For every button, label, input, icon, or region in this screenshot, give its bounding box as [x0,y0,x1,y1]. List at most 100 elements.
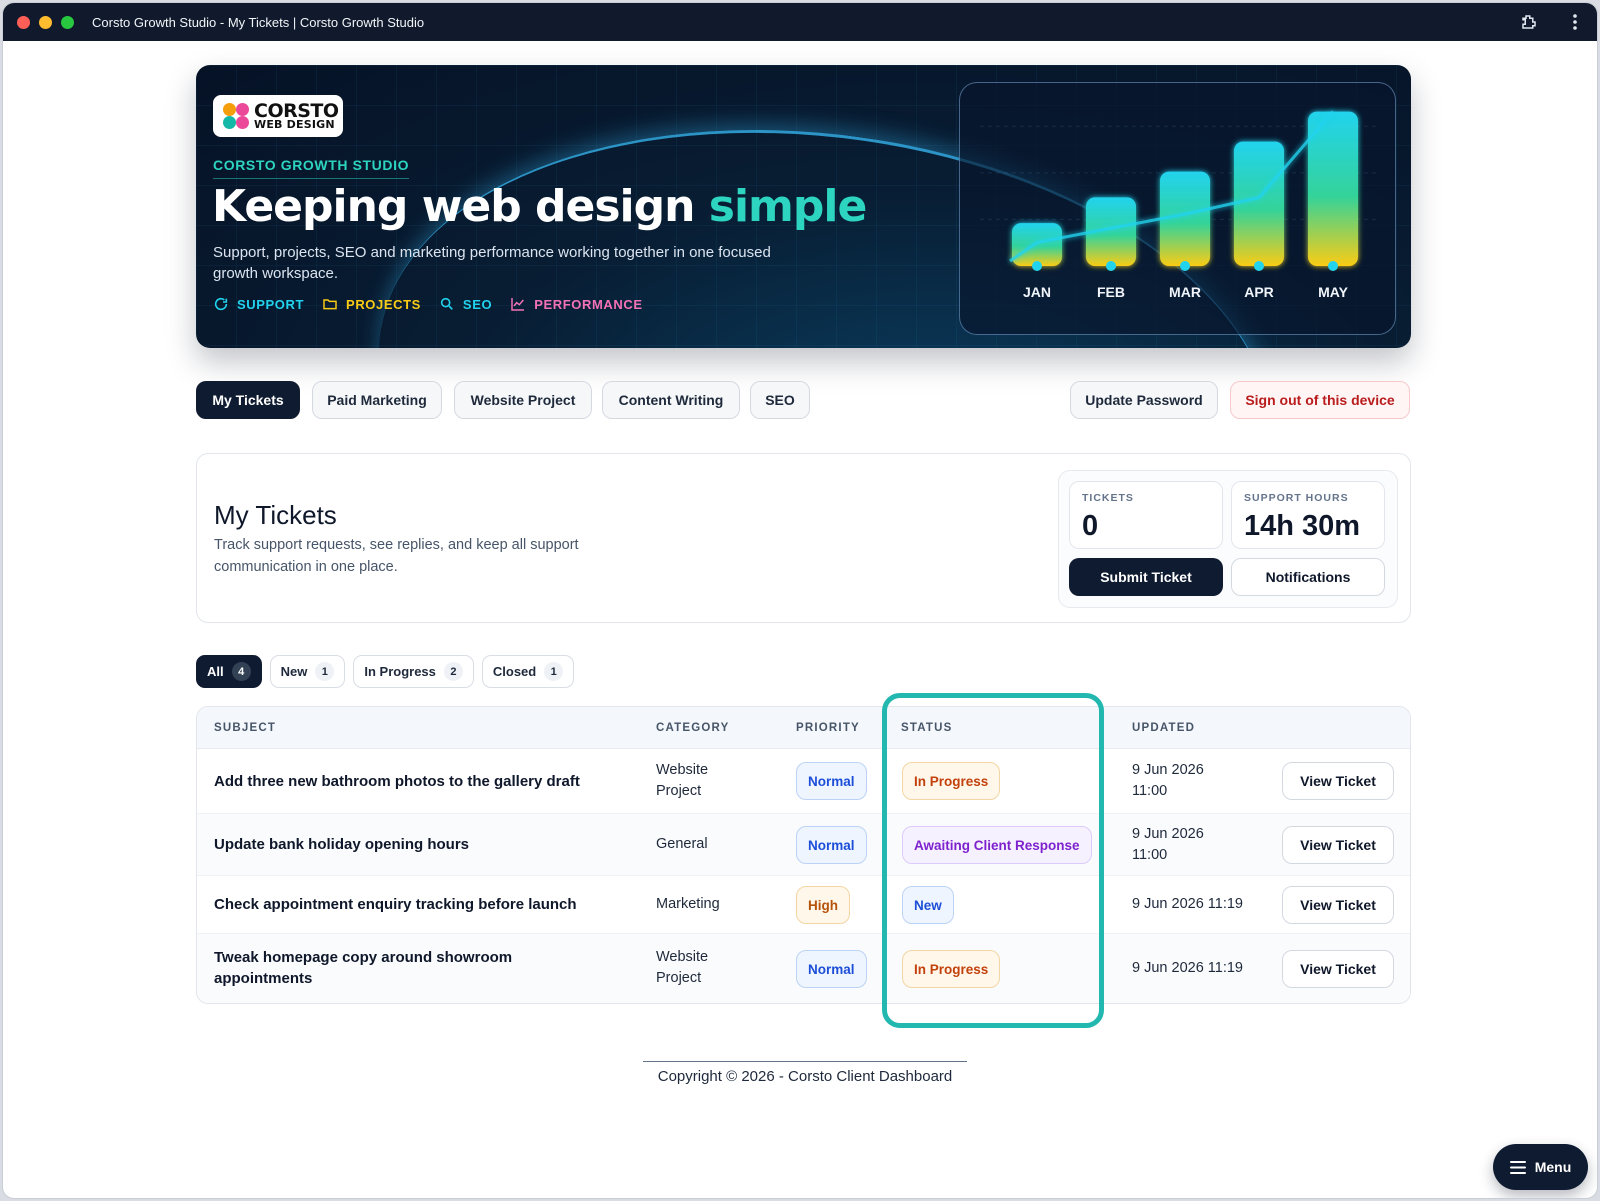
chart-bar-may [1308,111,1358,266]
tickets-stat-label: TICKETS [1082,492,1134,504]
chart-tick-label: FEB [1097,284,1125,300]
growth-bar-chart: JAN FEB MAR APR MAY [980,110,1380,300]
more-options-icon[interactable] [1565,12,1585,32]
support-hours-value: 14h 30m [1244,510,1361,542]
filter-closed-label: Closed [492,664,537,679]
chart-tick-label: MAR [1169,284,1201,300]
close-window-button[interactable] [17,15,30,29]
table-row[interactable]: Tweak homepage copy around showroom appo… [197,934,1410,1003]
tab-seo[interactable]: SEO [750,381,810,419]
ticket-updated: 9 Jun 2026 11:19 [1132,896,1243,912]
chart-point-feb [1106,261,1116,271]
table-row[interactable]: Add three new bathroom photos to the gal… [197,749,1410,814]
sign-out-button[interactable]: Sign out of this device [1230,381,1410,419]
filter-closed-count: 1 [544,662,564,681]
refresh-icon [214,297,228,311]
tag-projects: PROJECTS [322,296,421,312]
filter-in-progress[interactable]: In Progress 2 [353,655,474,688]
tag-performance-label: PERFORMANCE [534,296,643,312]
ticket-updated: 9 Jun 2026 11:19 [1132,960,1243,976]
ticket-category: General [656,836,708,852]
table-row[interactable]: Update bank holiday opening hours Genera… [197,814,1410,876]
filter-new-count: 1 [315,662,335,681]
ticket-updated: 9 Jun 2026 11:00 [1132,762,1204,799]
tab-content-writing[interactable]: Content Writing [602,381,740,419]
chart-bar-jan [1012,223,1062,266]
page-title: My Tickets [214,500,337,530]
ticket-subject[interactable]: Update bank holiday opening hours [214,834,469,855]
filter-in-progress-label: In Progress [364,664,436,679]
filter-new[interactable]: New 1 [269,655,346,688]
support-hours-stat: SUPPORT HOURS 14h 30m [1231,481,1385,549]
chart-point-jan [1032,261,1042,271]
section-nav: My Tickets Paid Marketing Website Projec… [196,381,1411,421]
tag-support: SUPPORT [213,296,304,312]
hero-description: Support, projects, SEO and marketing per… [213,244,771,282]
brand-logo[interactable]: CORSTO WEB DESIGN [213,95,343,137]
tag-projects-label: PROJECTS [346,296,421,312]
priority-badge: Normal [796,826,867,864]
tag-performance: PERFORMANCE [510,296,642,312]
ticket-updated: 9 Jun 2026 11:00 [1132,826,1204,863]
logo-subtitle: WEB DESIGN [254,117,335,131]
menu-label: Menu [1534,1159,1572,1175]
window-title: Corsto Growth Studio - My Tickets | Cors… [92,14,425,30]
menu-button[interactable]: Menu [1493,1144,1588,1190]
tag-support-label: SUPPORT [237,296,305,312]
header-subject: SUBJECT [214,722,277,734]
hero-banner: CORSTO WEB DESIGN CORSTO GROWTH STUDIO K… [196,65,1411,348]
header-updated: UPDATED [1132,722,1196,734]
hamburger-icon [1509,1160,1526,1174]
stats-panel: TICKETS 0 SUPPORT HOURS 14h 30m Submit T… [1058,470,1398,608]
header-status: STATUS [901,722,953,734]
tickets-stat-value: 0 [1082,510,1099,542]
ticket-subject[interactable]: Add three new bathroom photos to the gal… [214,771,580,792]
line-chart-icon [511,298,525,311]
logo-dots-icon [223,103,249,129]
status-badge: In Progress [902,950,1001,988]
update-password-button[interactable]: Update Password [1070,381,1218,419]
filter-all[interactable]: All 4 [196,655,262,688]
table-row[interactable]: Check appointment enquiry tracking befor… [197,876,1410,934]
filter-all-label: All [207,664,224,679]
view-ticket-button[interactable]: View Ticket [1282,762,1394,800]
tab-my-tickets[interactable]: My Tickets [196,381,300,419]
growth-chart-panel: JAN FEB MAR APR MAY [959,82,1396,335]
maximize-window-button[interactable] [61,15,74,29]
tag-seo: SEO [439,296,492,312]
folder-icon [323,299,337,310]
notifications-button[interactable]: Notifications [1231,558,1385,596]
filter-closed[interactable]: Closed 1 [481,655,575,688]
footer-copyright: Copyright © 2026 - Corsto Client Dashboa… [643,1061,967,1085]
tickets-summary-card: My Tickets Track support requests, see r… [196,453,1411,623]
filter-in-progress-count: 2 [443,662,463,681]
chart-tick-label: JAN [1023,284,1051,300]
page-description: Track support requests, see replies, and… [214,537,579,575]
chart-point-may [1328,261,1338,271]
tickets-table: SUBJECT CATEGORY PRIORITY STATUS UPDATED… [196,706,1411,1004]
chart-point-apr [1254,261,1264,271]
status-badge: Awaiting Client Response [902,826,1092,864]
tab-paid-marketing[interactable]: Paid Marketing [312,381,442,419]
search-icon [440,297,453,310]
submit-ticket-button[interactable]: Submit Ticket [1069,558,1223,596]
window-controls [17,15,74,29]
tab-website-project[interactable]: Website Project [454,381,592,419]
priority-badge: Normal [796,950,867,988]
ticket-category: Marketing [656,896,720,912]
ticket-subject[interactable]: Check appointment enquiry tracking befor… [214,894,577,915]
headline-accent: simple [708,181,868,232]
extensions-icon[interactable] [1519,12,1539,32]
hero-eyebrow: CORSTO GROWTH STUDIO [213,157,410,179]
view-ticket-button[interactable]: View Ticket [1282,950,1394,988]
ticket-category: Website Project [656,762,709,799]
hero-tags: SUPPORT PROJECTS SEO PERFORMANCE [213,296,643,312]
header-category: CATEGORY [656,722,730,734]
view-ticket-button[interactable]: View Ticket [1282,886,1394,924]
tickets-stat: TICKETS 0 [1069,481,1223,549]
ticket-subject[interactable]: Tweak homepage copy around showroom appo… [214,947,574,989]
chart-tick-label: APR [1244,284,1274,300]
minimize-window-button[interactable] [39,15,52,29]
view-ticket-button[interactable]: View Ticket [1282,826,1394,864]
chart-bar-apr [1234,141,1284,266]
